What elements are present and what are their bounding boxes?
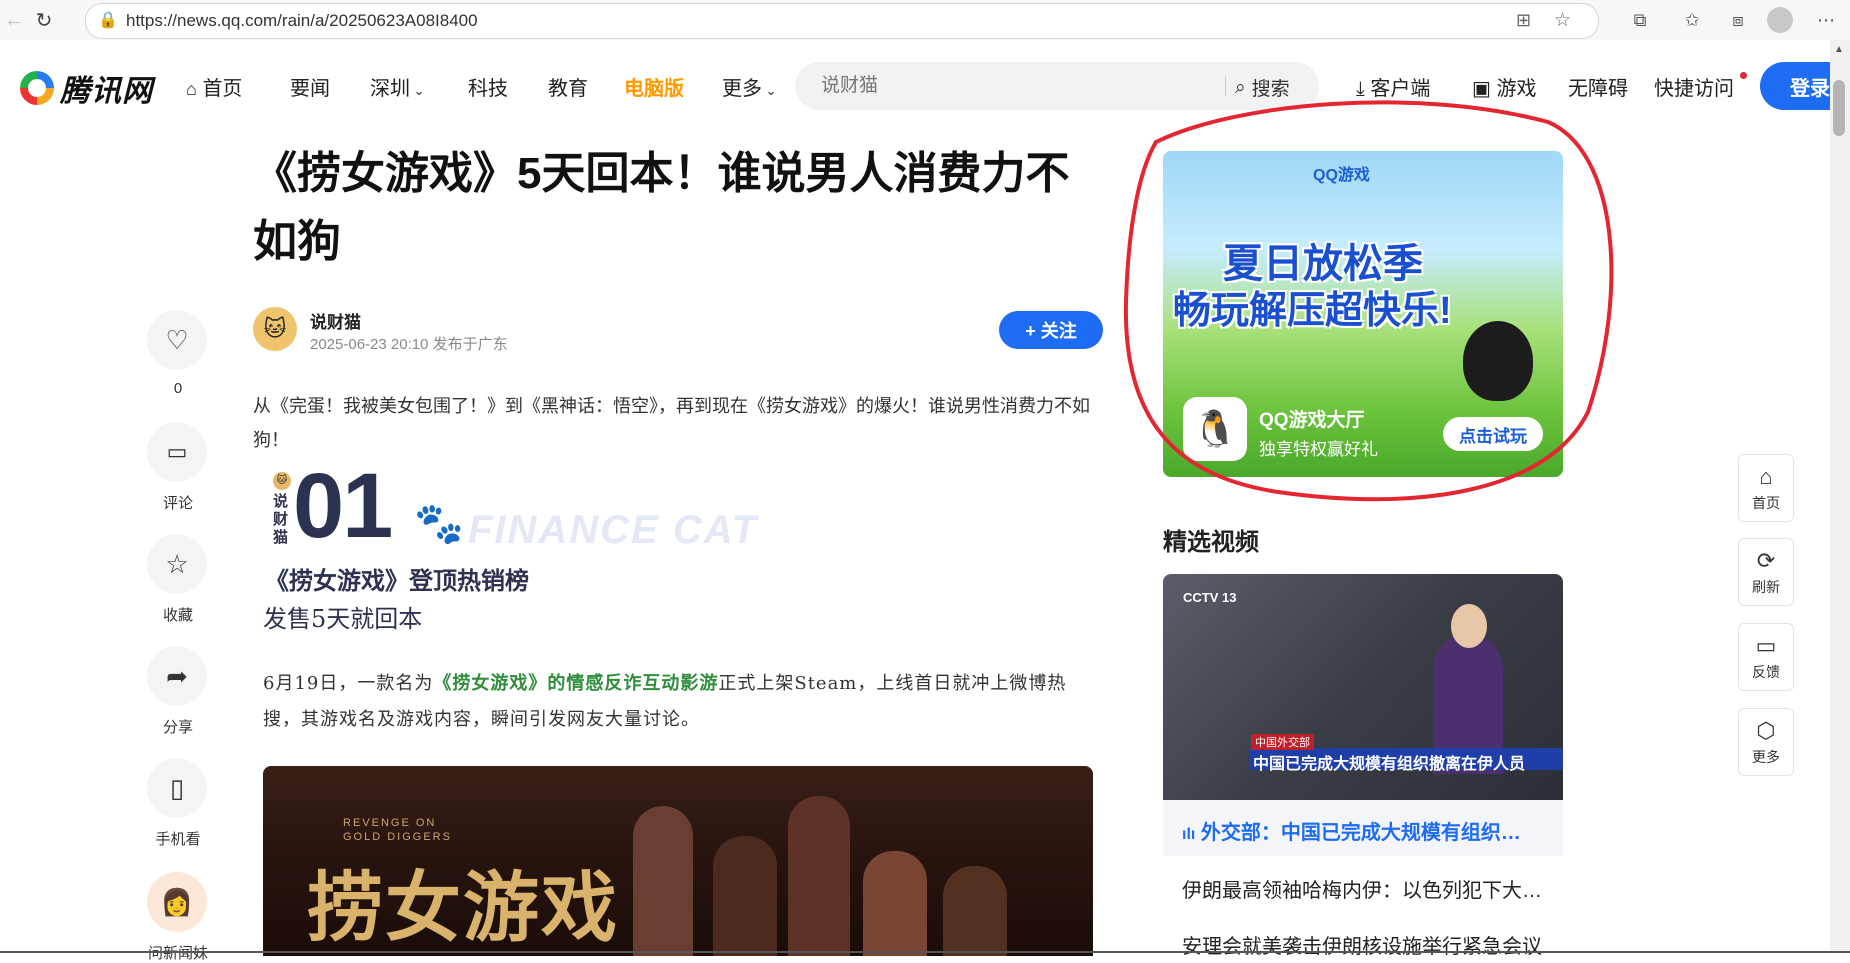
news-anchor-head bbox=[1451, 604, 1487, 648]
reload-icon[interactable]: ↻ bbox=[30, 6, 58, 34]
collections-icon[interactable]: ⧈ bbox=[1724, 6, 1752, 34]
follow-button[interactable]: + 关注 bbox=[999, 311, 1103, 349]
poster-figure bbox=[633, 806, 693, 956]
address-bar[interactable]: 🔒 https://news.qq.com/rain/a/20250623A08… bbox=[85, 3, 1599, 39]
nav-desktop[interactable]: 电脑版 bbox=[624, 72, 684, 101]
video-list-item[interactable]: 伊朗最高领袖哈梅内伊：以色列犯下大… bbox=[1182, 874, 1542, 903]
url-text: https://news.qq.com/rain/a/20250623A08I8… bbox=[126, 11, 478, 30]
red-annotation-circle bbox=[1123, 100, 1614, 502]
tool-feedback-label: 反馈 bbox=[1752, 664, 1780, 680]
video-list-item[interactable]: 安理会就美袭击伊朗核设施举行紧急会议 bbox=[1182, 930, 1542, 959]
favorite-action[interactable]: ☆ 收藏 bbox=[147, 534, 209, 625]
poster-figure bbox=[713, 836, 777, 956]
section-subtitle-2: 发售5天就回本 bbox=[263, 605, 423, 633]
profile-icon[interactable] bbox=[1766, 6, 1794, 34]
logo-mark-icon bbox=[20, 71, 54, 105]
nav-more-label: 更多 bbox=[722, 78, 762, 100]
feedback-icon: ▭ bbox=[1755, 633, 1777, 658]
tool-more[interactable]: ⬡ 更多 bbox=[1738, 708, 1794, 776]
nav-shenzhen-label: 深圳 bbox=[370, 78, 410, 100]
share-label: 分享 bbox=[162, 719, 193, 736]
mobile-view-action[interactable]: ▯ 手机看 bbox=[147, 758, 209, 849]
tool-feedback[interactable]: ▭ 反馈 bbox=[1738, 623, 1794, 691]
notification-dot bbox=[1739, 72, 1747, 79]
article-image: REVENGE ON GOLD DIGGERS 捞女游戏 bbox=[263, 766, 1093, 956]
poster-english-title: REVENGE ON GOLD DIGGERS bbox=[343, 817, 452, 843]
chevron-down-icon: ⌄ bbox=[410, 83, 425, 98]
nav-more[interactable]: 更多 ⌄ bbox=[722, 72, 777, 101]
author-avatar[interactable]: 🐱 bbox=[253, 307, 297, 351]
star-icon: ☆ bbox=[147, 534, 207, 594]
ticker-headline: 中国已完成大规模有组织撤离在伊人员 bbox=[1253, 756, 1526, 773]
poster-figure bbox=[788, 796, 850, 956]
menu-icon[interactable]: ⋯ bbox=[1812, 6, 1840, 34]
heart-icon: ♡ bbox=[147, 310, 207, 370]
nav-education[interactable]: 教育 bbox=[548, 72, 588, 101]
article-paragraph: 6月19日，一款名为《捞女游戏》的情感反诈互动影游正式上架Steam，上线首日就… bbox=[263, 666, 1093, 738]
assistant-avatar-icon: 👩 bbox=[147, 872, 207, 932]
site-logo[interactable]: 腾讯网 bbox=[20, 66, 153, 110]
logo-text: 腾讯网 bbox=[60, 75, 153, 108]
more-icon: ⬡ bbox=[1756, 718, 1776, 743]
video-thumbnail[interactable]: CCTV 13 中国外交部 中国已完成大规模有组织撤离在伊人员 bbox=[1163, 574, 1563, 800]
comment-action[interactable]: ▭ 评论 bbox=[147, 422, 209, 513]
poster-figure bbox=[863, 851, 927, 956]
nav-shenzhen[interactable]: 深圳 ⌄ bbox=[370, 72, 425, 101]
tool-more-label: 更多 bbox=[1752, 749, 1780, 765]
nav-home[interactable]: ⌂ 首页 bbox=[186, 72, 242, 101]
video-caption-text: 外交部：中国已完成大规模有组织… bbox=[1200, 822, 1521, 844]
scrollbar-thumb[interactable] bbox=[1833, 80, 1845, 136]
nav-tech[interactable]: 科技 bbox=[468, 72, 508, 101]
back-icon[interactable]: ← bbox=[0, 6, 28, 34]
apps-icon[interactable]: ⊞ bbox=[1516, 10, 1531, 31]
poster-title: 捞女游戏 bbox=[307, 863, 619, 952]
paw-icon: 🐾 bbox=[414, 502, 464, 546]
comment-label: 评论 bbox=[162, 495, 193, 512]
phone-icon: ▯ bbox=[147, 758, 207, 818]
publish-meta: 2025-06-23 20:10 发布于广东 bbox=[310, 336, 508, 353]
refresh-icon: ⟳ bbox=[1756, 548, 1776, 573]
lock-icon: 🔒 bbox=[98, 12, 118, 29]
brand-watermark: FINANCE CAT bbox=[468, 508, 759, 552]
cat-avatar-icon: 🐱 bbox=[273, 472, 291, 490]
tool-refresh[interactable]: ⟳ 刷新 bbox=[1738, 538, 1794, 606]
section-subtitle: 《捞女游戏》登顶热销榜 bbox=[265, 566, 529, 595]
nav-news[interactable]: 要闻 bbox=[290, 72, 330, 101]
poster-figure bbox=[943, 866, 1007, 956]
section-number: 01 bbox=[293, 455, 393, 557]
tool-home[interactable]: ⌂ 首页 bbox=[1738, 454, 1794, 522]
tool-refresh-label: 刷新 bbox=[1752, 579, 1780, 595]
section-badge: 说财猫 bbox=[273, 493, 289, 546]
audio-bars-icon: ılı bbox=[1182, 826, 1196, 843]
nav-home-label: 首页 bbox=[202, 78, 243, 100]
video-caption[interactable]: ılı 外交部：中国已完成大规模有组织… bbox=[1182, 816, 1521, 845]
quick-access-label: 快捷访问 bbox=[1654, 78, 1734, 100]
video-section-heading: 精选视频 bbox=[1163, 529, 1259, 556]
channel-logo: CCTV 13 bbox=[1183, 590, 1237, 605]
share-action[interactable]: ➦ 分享 bbox=[147, 646, 209, 737]
author-name[interactable]: 说财猫 bbox=[310, 308, 361, 333]
favorites-icon[interactable]: ✩ bbox=[1678, 6, 1706, 34]
game-link[interactable]: 《捞女游戏》的情感反诈互动影游 bbox=[433, 673, 718, 694]
chevron-down-icon: ⌄ bbox=[762, 83, 777, 98]
tool-home-label: 首页 bbox=[1752, 495, 1780, 511]
ticker-tag: 中国外交部 bbox=[1251, 734, 1314, 750]
like-count: 0 bbox=[173, 380, 183, 397]
paragraph-text: 6月19日，一款名为 bbox=[263, 673, 434, 694]
extensions-icon[interactable]: ⧉ bbox=[1626, 6, 1654, 34]
favorite-label: 收藏 bbox=[162, 607, 193, 624]
home-icon: ⌂ bbox=[186, 79, 197, 99]
like-action[interactable]: ♡ 0 bbox=[147, 310, 209, 397]
scroll-up-icon[interactable]: ▲ bbox=[1834, 44, 1844, 55]
home-icon: ⌂ bbox=[1759, 464, 1773, 489]
comment-icon: ▭ bbox=[147, 422, 207, 482]
ask-assistant-action[interactable]: 👩 问新闻妹 bbox=[147, 872, 209, 963]
scrollbar-track[interactable] bbox=[1830, 40, 1850, 953]
quick-access-link[interactable]: 快捷访问 bbox=[1654, 72, 1747, 101]
mobile-view-label: 手机看 bbox=[155, 831, 201, 848]
article-intro: 从《完蛋！我被美女包围了！》到《黑神话：悟空》，再到现在《捞女游戏》的爆火！谁说… bbox=[253, 396, 1090, 451]
favorite-star-icon[interactable]: ☆ bbox=[1554, 9, 1571, 32]
article-title: 《捞女游戏》5天回本！谁说男人消费力不如狗 bbox=[253, 149, 1070, 266]
share-icon: ➦ bbox=[147, 646, 207, 706]
